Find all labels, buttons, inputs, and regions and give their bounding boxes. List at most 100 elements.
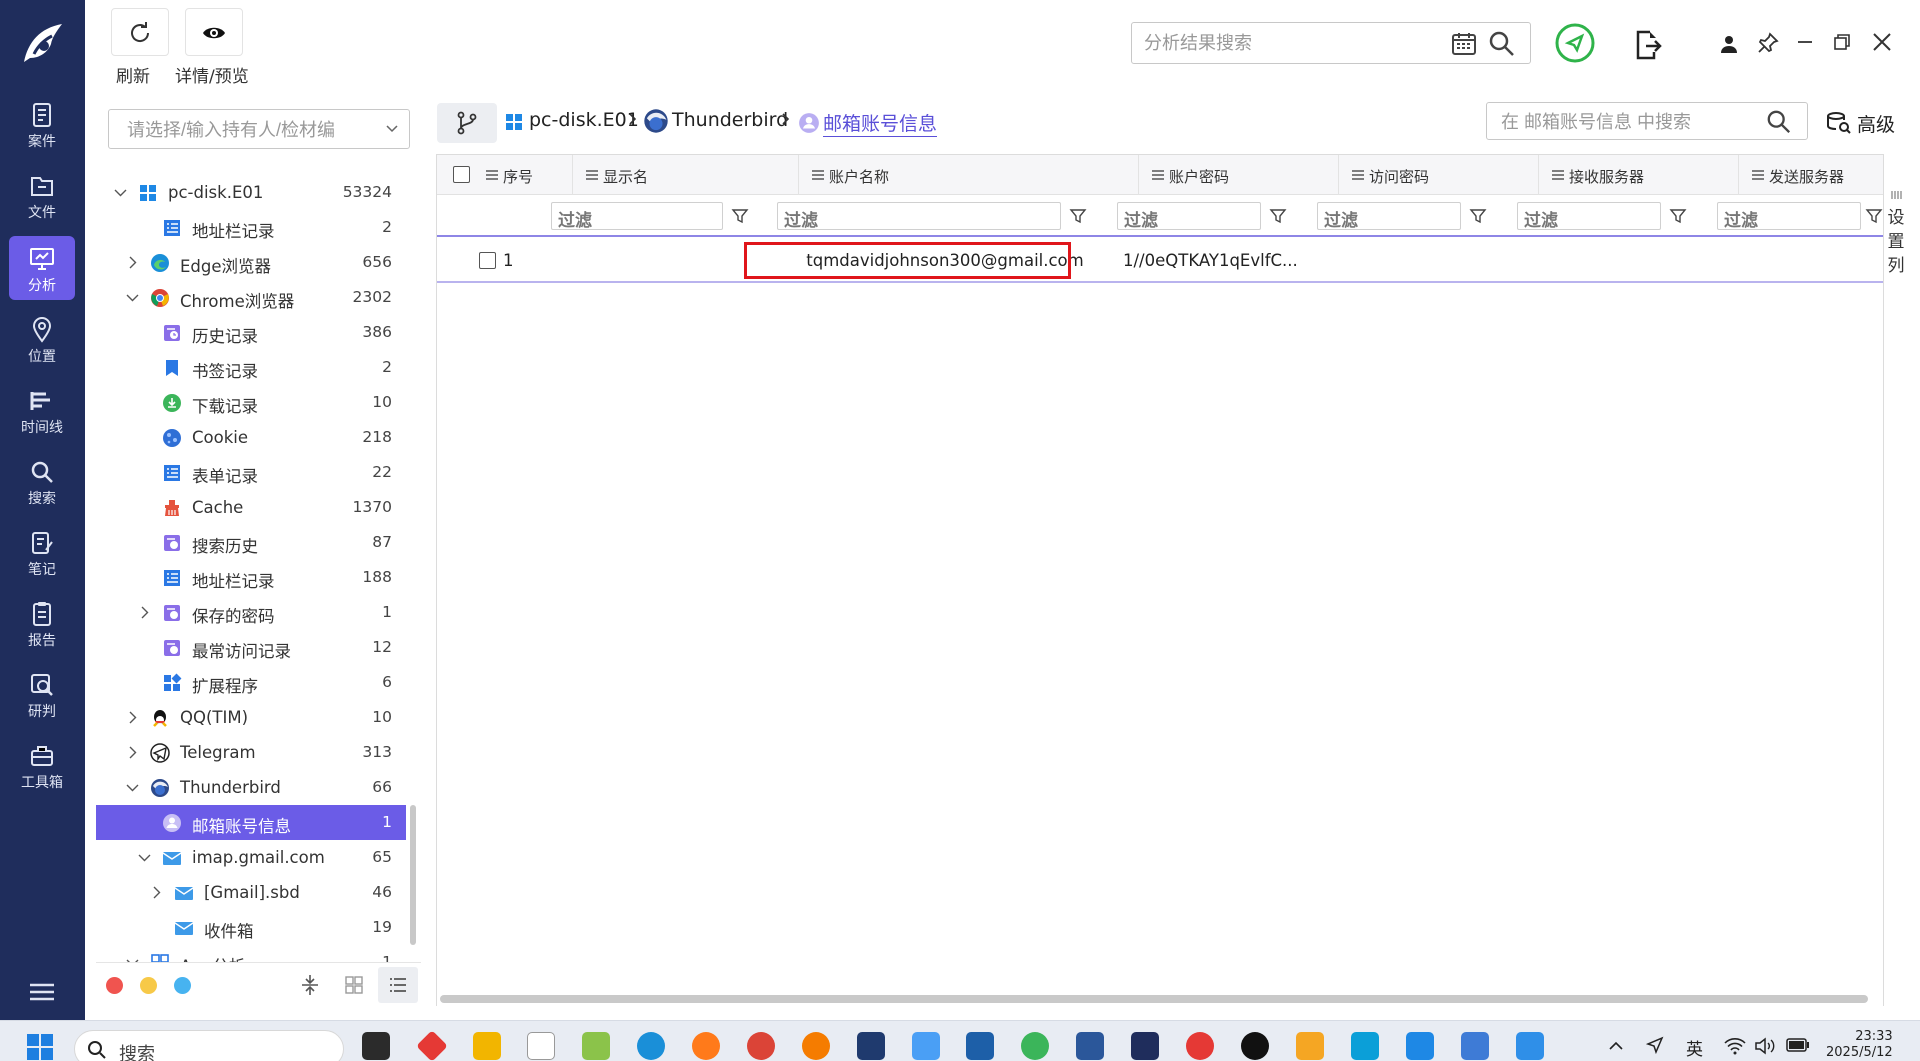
taskbar-app-icon[interactable]: [1406, 1032, 1434, 1060]
holder-input[interactable]: [127, 118, 377, 142]
wechat-icon[interactable]: [1021, 1032, 1049, 1060]
tree-item-qq[interactable]: QQ(TIM) 10: [96, 700, 406, 735]
tree-item-chrome[interactable]: Chrome浏览器 2302: [96, 280, 406, 315]
taskbar-search[interactable]: 搜索: [74, 1030, 344, 1061]
horizontal-scrollbar[interactable]: [440, 995, 1868, 1003]
refresh-button[interactable]: [111, 8, 169, 56]
grid-view-icon[interactable]: [344, 975, 364, 995]
tree-item-extensions[interactable]: 扩展程序 6: [96, 665, 406, 700]
list-view-button[interactable]: [378, 967, 418, 1003]
qq-icon[interactable]: [1241, 1032, 1269, 1060]
branch-button[interactable]: [437, 103, 497, 143]
yellow-tag-dot[interactable]: [140, 977, 157, 994]
column-menu-icon[interactable]: [811, 169, 825, 181]
column-settings-panel[interactable]: 设置列: [1883, 154, 1907, 1006]
breadcrumb-item-thunderbird[interactable]: Thunderbird: [672, 109, 788, 131]
tree-item-most-visited[interactable]: 最常访问记录 12: [96, 630, 406, 665]
row-checkbox[interactable]: [479, 252, 496, 269]
filter-icon[interactable]: [1469, 207, 1487, 225]
location-send-icon[interactable]: [1555, 23, 1595, 63]
analysis-search-box[interactable]: [1131, 22, 1531, 64]
tree-item-address-bar-2[interactable]: 地址栏记录 188: [96, 560, 406, 595]
chevron-right-icon[interactable]: [126, 711, 139, 724]
location-arrow-icon[interactable]: [1645, 1035, 1665, 1055]
chrome-browser-icon[interactable]: [747, 1032, 775, 1060]
column-menu-icon[interactable]: [485, 169, 499, 181]
taskbar-app-icon[interactable]: [857, 1032, 885, 1060]
column-header-password[interactable]: 账户密码: [1139, 155, 1339, 195]
nav-item-analysis[interactable]: 分析: [9, 236, 75, 300]
filter-icon[interactable]: [1865, 207, 1883, 225]
tree-item-cache[interactable]: Cache 1370: [96, 490, 406, 525]
close-icon[interactable]: [1871, 31, 1893, 53]
forensics-app-icon[interactable]: [1131, 1032, 1159, 1060]
select-all-checkbox[interactable]: [453, 166, 470, 183]
tree-item-bookmarks[interactable]: 书签记录 2: [96, 350, 406, 385]
search-tool-icon[interactable]: [802, 1032, 830, 1060]
column-header-index[interactable]: 序号: [473, 155, 573, 195]
search-icon[interactable]: [1488, 30, 1516, 58]
chevron-right-icon[interactable]: [138, 606, 151, 619]
tree-item-gmail-sbd[interactable]: [Gmail].sbd 46: [96, 875, 406, 910]
battery-icon[interactable]: [1786, 1037, 1810, 1053]
tree-item-telegram[interactable]: Telegram 313: [96, 735, 406, 770]
nav-item-report[interactable]: 报告: [9, 591, 75, 655]
nav-item-location[interactable]: 位置: [9, 307, 75, 371]
volume-icon[interactable]: [1754, 1037, 1776, 1055]
tree-item-form[interactable]: 表单记录 22: [96, 455, 406, 490]
firefox-icon[interactable]: [692, 1032, 720, 1060]
ime-indicator[interactable]: 英: [1686, 1035, 1703, 1060]
word-icon[interactable]: [1076, 1032, 1104, 1060]
edge-browser-icon[interactable]: [637, 1032, 665, 1060]
restore-icon[interactable]: [1832, 32, 1852, 52]
breadcrumb-item-current[interactable]: 邮箱账号信息: [823, 109, 938, 137]
windows-start-icon[interactable]: [26, 1033, 54, 1061]
chevron-down-icon[interactable]: [385, 122, 399, 136]
chevron-right-icon[interactable]: [126, 256, 139, 269]
column-menu-icon[interactable]: [1151, 169, 1165, 181]
column-menu-icon[interactable]: [585, 169, 599, 181]
filter-input[interactable]: 过滤: [777, 202, 1061, 231]
taskbar-app-icon[interactable]: [582, 1032, 610, 1060]
user-icon[interactable]: [1718, 33, 1740, 55]
column-header-incoming-server[interactable]: 接收服务器: [1539, 155, 1739, 195]
chevron-down-icon[interactable]: [126, 781, 139, 794]
tree-item-saved-passwords[interactable]: 保存的密码 1: [96, 595, 406, 630]
filter-input[interactable]: 过滤: [551, 202, 723, 231]
collapse-icon[interactable]: [299, 973, 321, 997]
panel-search-input[interactable]: [1501, 110, 1756, 134]
tree-item-app-analysis[interactable]: App分析 1: [96, 945, 406, 962]
red-tag-dot[interactable]: [106, 977, 123, 994]
chevron-up-icon[interactable]: [1608, 1039, 1624, 1051]
panel-search-box[interactable]: [1486, 102, 1808, 140]
nav-item-toolbox[interactable]: 工具箱: [9, 733, 75, 797]
tree-scrollbar[interactable]: [410, 805, 416, 945]
tree-item-downloads[interactable]: 下载记录 10: [96, 385, 406, 420]
wifi-icon[interactable]: [1724, 1037, 1746, 1055]
taskbar-app-icon[interactable]: [1296, 1032, 1324, 1060]
chevron-right-icon[interactable]: [126, 746, 139, 759]
column-header-account[interactable]: 账户名称: [799, 155, 1139, 195]
calendar-icon[interactable]: [1451, 31, 1477, 57]
table-row[interactable]: 1 tqmdavidjohnson300@gmail.com 1//0eQTKA…: [437, 239, 1885, 283]
blue-tag-dot[interactable]: [174, 977, 191, 994]
filter-icon[interactable]: [1069, 207, 1087, 225]
filter-icon[interactable]: [1269, 207, 1287, 225]
nav-item-notes[interactable]: 笔记: [9, 520, 75, 584]
breadcrumb-item-disk[interactable]: pc-disk.E01: [529, 109, 639, 131]
column-menu-icon[interactable]: [1551, 169, 1565, 181]
nav-item-case[interactable]: 案件: [9, 92, 75, 156]
taskbar-app-icon[interactable]: [362, 1032, 390, 1060]
preview-button[interactable]: [185, 8, 243, 56]
folder-icon[interactable]: [473, 1032, 501, 1060]
taskbar-app-icon[interactable]: [966, 1032, 994, 1060]
taskbar-app-icon[interactable]: [1461, 1032, 1489, 1060]
tree-item-cookie[interactable]: Cookie 218: [96, 420, 406, 455]
chevron-down-icon[interactable]: [126, 291, 139, 304]
chevron-down-icon[interactable]: [114, 186, 127, 199]
pin-icon[interactable]: [1757, 32, 1779, 54]
column-menu-icon[interactable]: [1351, 169, 1365, 181]
tree-item-edge[interactable]: Edge浏览器 656: [96, 245, 406, 280]
filter-input[interactable]: 过滤: [1117, 202, 1261, 231]
filter-icon[interactable]: [731, 207, 749, 225]
